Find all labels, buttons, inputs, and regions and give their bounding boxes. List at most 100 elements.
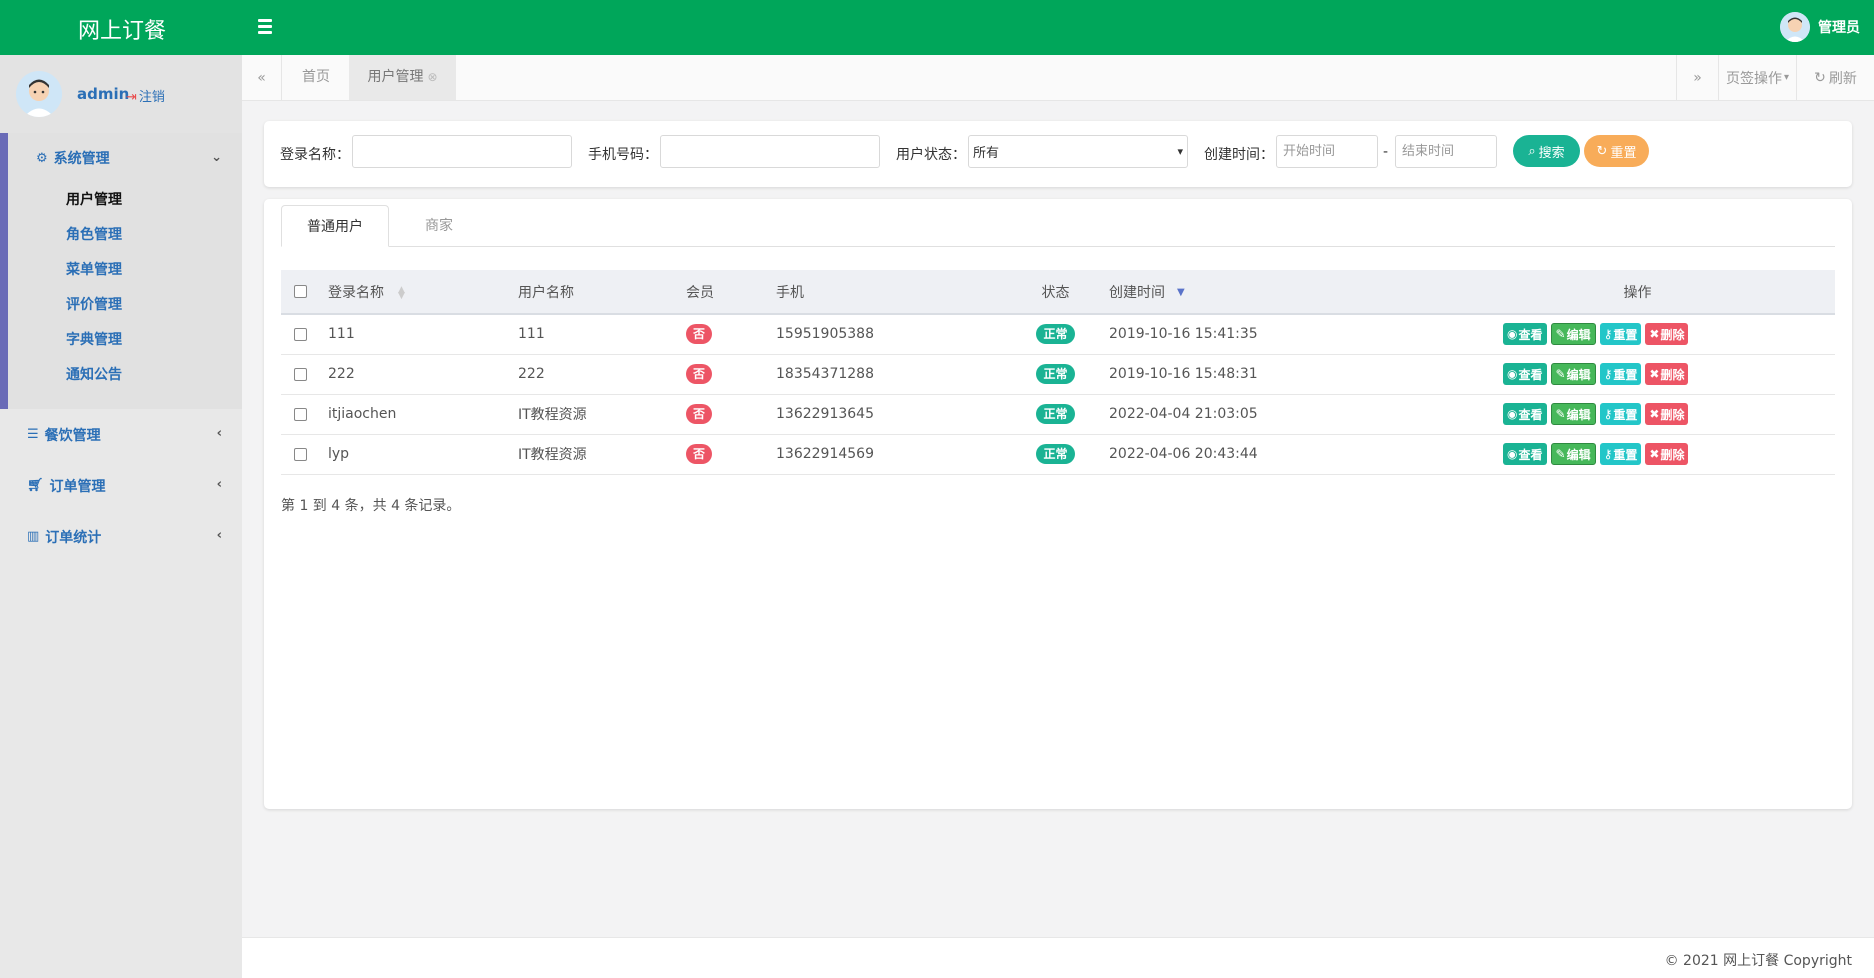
footer: © 2021 网上订餐 Copyright [242,937,1874,978]
eye-icon: ◉ [1507,327,1518,342]
search-button-label: 搜索 [1538,145,1565,161]
chevron-left-icon: ‹ [216,426,222,441]
row-select-cell [281,314,328,354]
tab-label: 用户管理 [367,69,424,85]
tab-operations-dropdown[interactable]: 页签操作 ▾ [1718,55,1796,100]
phone-input[interactable] [660,135,880,168]
delete-button[interactable]: ✖ 删除 [1645,363,1689,385]
reset-label: 重置 [1613,367,1638,382]
reset-button-label: 重置 [1610,145,1637,161]
view-label: 查看 [1518,327,1543,342]
sidebar-item-menus[interactable]: 菜单管理 [8,253,242,288]
status-badge: 正常 [1036,364,1075,384]
cell-member: 否 [686,314,776,354]
cell-status: 正常 [1016,394,1095,434]
edit-label: 编辑 [1566,367,1591,382]
sidebar-item-roles[interactable]: 角色管理 [8,218,242,253]
refresh-label: 刷新 [1828,70,1857,87]
tab-merchants[interactable]: 商家 [389,205,489,247]
remove-icon: ✖ [1649,447,1660,461]
reset-password-button[interactable]: ⚷ 重置 [1599,323,1642,346]
delete-button[interactable]: ✖ 删除 [1645,403,1689,425]
col-created[interactable]: 创建时间 ▼ [1095,270,1440,315]
start-time-input[interactable] [1276,135,1378,168]
search-icon: ⌕ [1528,143,1536,159]
sidebar-item-notices[interactable]: 通知公告 [8,358,242,393]
eye-icon: ◉ [1507,447,1518,461]
status-select-value: 所有 [973,146,1000,161]
select-all-cell [281,270,328,315]
edit-button[interactable]: ✎ 编辑 [1550,403,1596,425]
table-row: 111 111 否 15951905388 正常 2019-10-16 15:4… [281,314,1835,354]
search-button[interactable]: ⌕ 搜索 [1513,135,1580,167]
reset-label: 重置 [1613,447,1638,462]
sidebar-item-reviews[interactable]: 评价管理 [8,288,242,323]
sort-both-icon: ▲ ▼ [398,284,405,301]
table-row: 222 222 否 18354371288 正常 2019-10-16 15:4… [281,354,1835,394]
cart-icon: 🛒︎ [27,478,44,493]
scroll-left-button[interactable]: « [242,55,282,100]
close-icon[interactable]: ⊗ [427,70,437,84]
row-checkbox[interactable] [294,407,307,421]
sidebar-item-label: 订单管理 [49,478,106,495]
view-button[interactable]: ◉ 查看 [1503,363,1547,385]
status-select[interactable]: 所有 ▾ [968,135,1188,168]
menu-toggle-icon[interactable] [254,17,276,37]
delete-button[interactable]: ✖ 删除 [1645,443,1689,465]
user-table: 登录名称 ▲ ▼ 用户名称 会员 手机 状态 创建时间 ▼ 操作 111 111 否 … [281,270,1835,475]
row-select-cell [281,394,328,434]
member-badge: 否 [686,324,713,345]
sidebar-group-system: ⚙ 系统管理 ⌄ 用户管理 角色管理 菜单管理 评价管理 字典管理 通知公告 [0,133,242,409]
login-name-input[interactable] [352,135,572,168]
view-button[interactable]: ◉ 查看 [1503,323,1547,346]
remove-icon: ✖ [1649,367,1660,381]
key-icon: ⚷ [1603,407,1613,421]
select-all-checkbox[interactable] [294,285,307,298]
row-select-cell [281,354,328,394]
cell-user-name: IT教程资源 [518,447,587,463]
logout-link[interactable]: ⇥ 注销 [126,86,165,105]
table-header-row: 登录名称 ▲ ▼ 用户名称 会员 手机 状态 创建时间 ▼ 操作 [281,270,1835,315]
reset-button[interactable]: ↻ 重置 [1584,135,1649,167]
delete-button[interactable]: ✖ 删除 [1645,323,1689,346]
row-checkbox[interactable] [294,327,307,341]
edit-button[interactable]: ✎ 编辑 [1550,323,1596,346]
top-user-menu[interactable]: 管理员 [1780,12,1860,42]
sidebar-item-order-stats[interactable]: ▥ 订单统计 ‹ [0,511,242,562]
top-user-label: 管理员 [1818,20,1860,36]
scroll-right-button[interactable]: » [1676,55,1718,100]
reset-password-button[interactable]: ⚷ 重置 [1599,363,1642,385]
cell-phone: 18354371288 [776,366,874,382]
sidebar-item-dictionary[interactable]: 字典管理 [8,323,242,358]
tab-home[interactable]: 首页 [283,55,349,100]
double-left-icon: « [257,69,266,86]
col-login-name[interactable]: 登录名称 ▲ ▼ [328,270,518,315]
row-checkbox[interactable] [294,447,307,461]
sidebar-item-label: 系统管理 [53,151,110,167]
edit-button[interactable]: ✎ 编辑 [1550,363,1596,385]
sidebar-item-users[interactable]: 用户管理 [8,183,242,218]
gear-icon: ⚙ [36,150,48,166]
col-actions: 操作 [1440,270,1835,315]
reset-password-button[interactable]: ⚷ 重置 [1599,403,1642,425]
refresh-button[interactable]: ↻ 刷新 [1796,55,1874,100]
sidebar-item-catering[interactable]: ☰ 餐饮管理 ‹ [0,409,242,460]
view-button[interactable]: ◉ 查看 [1503,403,1547,425]
row-checkbox[interactable] [294,367,307,381]
delete-label: 删除 [1660,447,1685,462]
end-time-input[interactable] [1395,135,1497,168]
cell-created: 2022-04-06 20:43:44 [1109,446,1258,462]
sidebar-item-system[interactable]: ⚙ 系统管理 ⌄ [8,133,242,183]
tab-normal-users[interactable]: 普通用户 [281,205,389,247]
sidebar-item-orders[interactable]: 🛒︎ 订单管理 ‹ [0,460,242,511]
caret-down-icon: ▾ [1783,72,1790,83]
cell-created: 2022-04-04 21:03:05 [1109,406,1258,422]
tab-user-management[interactable]: 用户管理 ⊗ [349,55,456,100]
reset-password-button[interactable]: ⚷ 重置 [1599,443,1642,465]
edit-label: 编辑 [1566,407,1591,422]
status-badge: 正常 [1036,404,1075,424]
cell-phone: 13622913645 [776,406,874,422]
edit-button[interactable]: ✎ 编辑 [1550,443,1596,465]
view-button[interactable]: ◉ 查看 [1503,443,1547,465]
view-label: 查看 [1518,367,1543,382]
